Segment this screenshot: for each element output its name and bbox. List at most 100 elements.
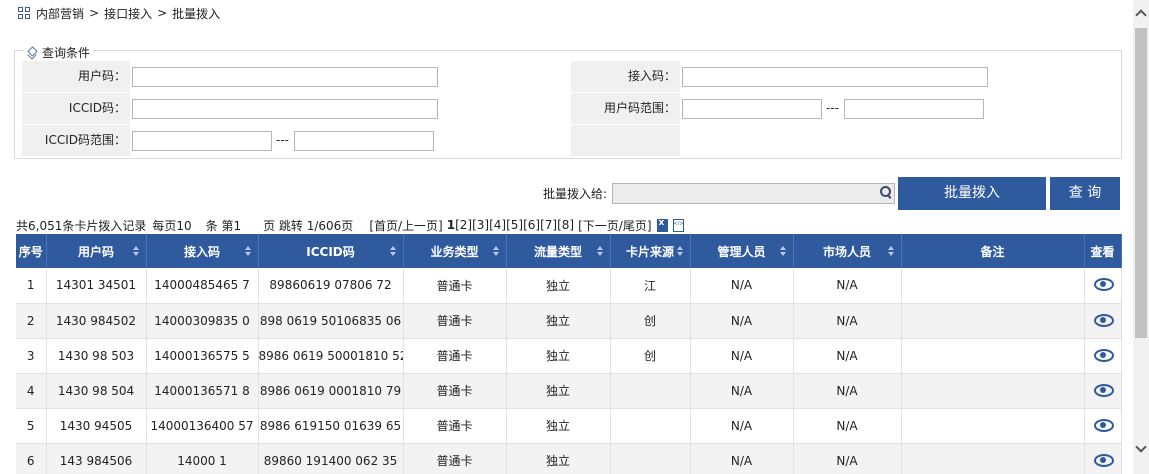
sort-icon[interactable] <box>596 246 604 256</box>
page-link-7[interactable]: [7] <box>540 218 557 232</box>
user-code-range-start[interactable] <box>682 99 822 119</box>
table-cell: 14301 34501 <box>46 268 147 304</box>
search-icon[interactable] <box>880 186 892 198</box>
vertical-scrollbar[interactable] <box>1133 0 1149 474</box>
current-page: 1 <box>446 218 456 232</box>
breadcrumb-separator: > <box>157 6 168 20</box>
table-cell: 普通卡 <box>403 338 507 374</box>
user-code-label: 用户码： <box>22 61 130 92</box>
view-cell[interactable] <box>1084 408 1122 444</box>
query-conditions-legend: 查询条件 <box>24 44 94 61</box>
table-cell: N/A <box>690 338 794 374</box>
col-header-manager[interactable]: 管理人员 <box>690 234 794 268</box>
table-cell: 143 984506 <box>46 443 147 474</box>
page-link-4[interactable]: [4] <box>489 218 506 232</box>
col-header-business-type[interactable]: 业务类型 <box>403 234 507 268</box>
table-row: 5 1430 94505 14000136400 57 8986 619150 016… <box>16 408 1122 444</box>
scroll-up-arrow-icon[interactable] <box>1133 5 1149 22</box>
table-cell: 江 <box>610 268 691 304</box>
table-cell <box>901 408 1085 444</box>
table-cell: 14000136571 8 <box>146 373 259 409</box>
table-cell: 14000309835 0 <box>146 303 259 339</box>
table-cell: 普通卡 <box>403 443 507 474</box>
col-header-marketer[interactable]: 市场人员 <box>793 234 902 268</box>
layers-icon <box>27 47 38 58</box>
col-header-user-code[interactable]: 用户码 <box>46 234 147 268</box>
iccid-range-start[interactable] <box>132 131 272 151</box>
query-button[interactable]: 查 询 <box>1050 177 1120 210</box>
view-cell[interactable] <box>1084 443 1122 474</box>
table-cell: 6 <box>16 443 47 474</box>
user-code-input[interactable] <box>132 67 438 87</box>
batch-assign-label: 批量拨入给: <box>543 187 608 201</box>
breadcrumb-item-marketing[interactable]: 内部营销 <box>36 5 84 22</box>
xml-export-icon[interactable] <box>672 218 684 232</box>
sort-icon[interactable] <box>244 246 252 256</box>
table-cell: 普通卡 <box>403 373 507 409</box>
eye-icon[interactable] <box>1093 348 1114 362</box>
table-cell: 普通卡 <box>403 408 507 444</box>
view-cell[interactable] <box>1084 268 1122 304</box>
table-cell: N/A <box>690 408 794 444</box>
table-cell: 89860 191400 062 35 <box>258 443 404 474</box>
eye-icon[interactable] <box>1093 383 1114 397</box>
table-row: 2 1430 984502 14000309835 0 898 0619 501068… <box>16 303 1122 339</box>
table-cell: 独立 <box>506 303 611 339</box>
sort-icon[interactable] <box>389 246 397 256</box>
sort-icon[interactable] <box>492 246 500 256</box>
eye-icon[interactable] <box>1093 278 1114 292</box>
eye-icon[interactable] <box>1093 418 1114 432</box>
sort-icon[interactable] <box>887 246 895 256</box>
page-link-5[interactable]: [5] <box>506 218 523 232</box>
eye-icon[interactable] <box>1093 313 1114 327</box>
table-cell: N/A <box>793 443 902 474</box>
page-link-6[interactable]: [6] <box>523 218 540 232</box>
range-dash: --- <box>826 101 839 115</box>
col-header-card-source[interactable]: 卡片来源 <box>610 234 691 268</box>
col-header-iccid[interactable]: ICCID码 <box>258 234 404 268</box>
col-header-traffic-type[interactable]: 流量类型 <box>506 234 611 268</box>
table-cell: N/A <box>793 303 902 339</box>
iccid-input[interactable] <box>132 99 438 119</box>
table-cell: 2 <box>16 303 47 339</box>
table-row: 1 14301 34501 14000485465 7 89860619 07806 … <box>16 268 1122 304</box>
col-header-access-code[interactable]: 接入码 <box>146 234 259 268</box>
view-cell[interactable] <box>1084 338 1122 374</box>
table-cell: 8986 0619 0001810 79 <box>258 373 404 409</box>
excel-export-icon[interactable] <box>656 218 668 232</box>
records-table: 序号 用户码 接入码 ICCID码 业务类型 流量类型 卡片来源 管理人员 市场… <box>16 234 1122 474</box>
sort-icon[interactable] <box>676 246 684 256</box>
table-cell: 独立 <box>506 408 611 444</box>
user-code-range-end[interactable] <box>844 99 984 119</box>
eye-icon[interactable] <box>1093 453 1114 467</box>
batch-assign-button[interactable]: 批量拨入 <box>898 177 1046 210</box>
table-cell: 普通卡 <box>403 268 507 304</box>
view-cell[interactable] <box>1084 303 1122 339</box>
page-link-3[interactable]: [3] <box>472 218 489 232</box>
table-cell: 1430 98 504 <box>46 373 147 409</box>
table-row: 3 1430 98 503 14000136575 5 8986 0619 50001… <box>16 338 1122 374</box>
table-cell: N/A <box>793 373 902 409</box>
table-cell <box>901 373 1085 409</box>
page-link-8[interactable]: [8] <box>557 218 574 232</box>
batch-assign-input[interactable] <box>612 183 895 204</box>
page-link-2[interactable]: [2] <box>455 218 472 232</box>
scroll-thumb[interactable] <box>1135 28 1147 338</box>
record-summary: 共6,051条卡片拨入记录 <box>16 218 147 233</box>
table-cell: N/A <box>793 268 902 304</box>
table-cell: 14000485465 7 <box>146 268 259 304</box>
breadcrumb-item-interface[interactable]: 接口接入 <box>104 5 152 22</box>
sort-icon[interactable] <box>132 246 140 256</box>
iccid-range-end[interactable] <box>294 131 434 151</box>
empty-label-cell <box>571 125 680 156</box>
view-cell[interactable] <box>1084 373 1122 409</box>
col-header-index: 序号 <box>16 234 47 268</box>
breadcrumb-separator: > <box>89 6 100 20</box>
next-last-link[interactable]: [下一页/尾页] <box>578 217 651 234</box>
access-code-input[interactable] <box>682 67 988 87</box>
table-cell: 1430 98 503 <box>46 338 147 374</box>
sort-icon[interactable] <box>779 246 787 256</box>
col-header-view: 查看 <box>1084 234 1122 268</box>
scroll-down-arrow-icon[interactable] <box>1133 440 1149 457</box>
first-prev-link[interactable]: [首页/上一页] <box>369 217 442 234</box>
